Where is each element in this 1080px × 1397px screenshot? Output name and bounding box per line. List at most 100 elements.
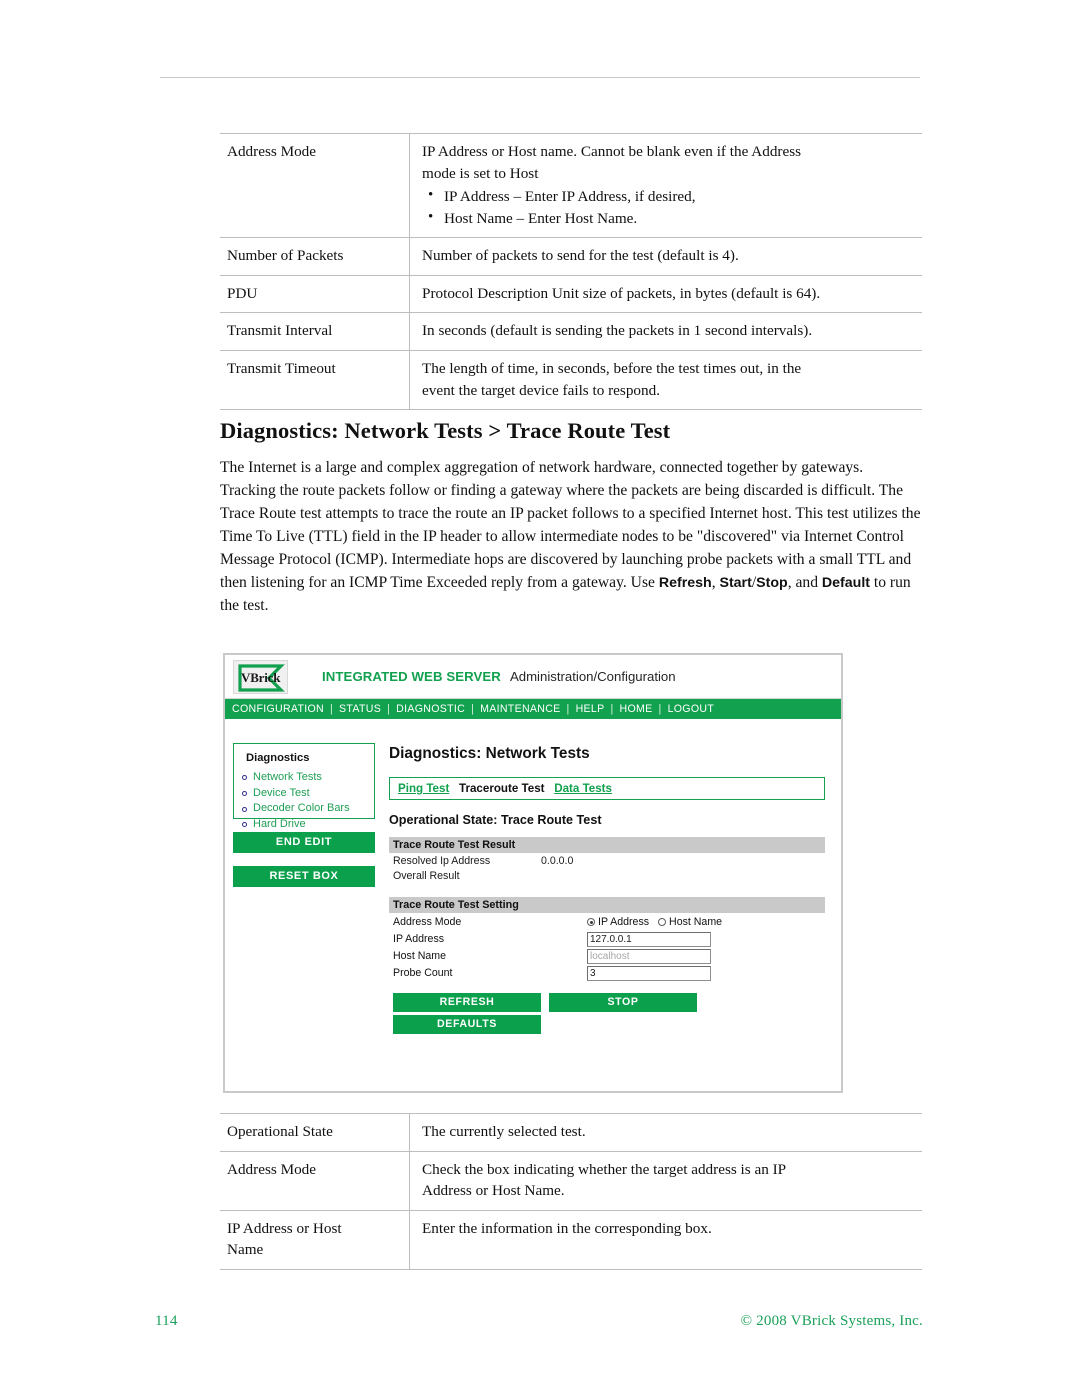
table-cell-label: Transmit Interval bbox=[220, 312, 410, 351]
result-row-overall: Overall Result bbox=[389, 869, 825, 884]
table-row: Transmit Interval In seconds (default is… bbox=[220, 312, 922, 351]
table-cell-label: Operational State bbox=[220, 1113, 410, 1152]
table-cell-label: PDU bbox=[220, 274, 410, 313]
embedded-web-ui-screenshot: VBrick INTEGRATED WEB SERVER Administrat… bbox=[223, 653, 843, 1093]
form-row-probe-count: Probe Count 3 bbox=[393, 965, 825, 982]
nav-item-logout[interactable]: LOGOUT bbox=[667, 703, 716, 715]
nav-separator: | bbox=[329, 703, 334, 715]
nav-item-status[interactable]: STATUS bbox=[338, 703, 382, 715]
host-name-label: Host Name bbox=[393, 949, 446, 962]
probe-count-label: Probe Count bbox=[393, 966, 453, 979]
copyright-notice: © 2008 VBrick Systems, Inc. bbox=[740, 1313, 923, 1329]
parameter-table-bottom: Operational State The currently selected… bbox=[220, 1113, 922, 1270]
sidebar-item-label: Hard Drive bbox=[253, 817, 306, 830]
tab-ping-test[interactable]: Ping Test bbox=[398, 782, 449, 795]
bullet-circle-icon bbox=[242, 775, 247, 781]
paragraph-text: The Internet is a large and complex aggr… bbox=[220, 459, 921, 591]
tab-traceroute-test[interactable]: Traceroute Test bbox=[459, 782, 544, 795]
table-cell-description: IP Address or Host name. Cannot be blank… bbox=[409, 132, 922, 238]
stop-button[interactable]: STOP bbox=[549, 992, 697, 1012]
result-value: 0.0.0.0 bbox=[541, 855, 574, 867]
parameter-table-top: Address Mode IP Address or Host name. Ca… bbox=[220, 132, 922, 411]
vbrick-logo-icon: VBrick bbox=[233, 659, 288, 694]
desc-line: mode is set to Host bbox=[422, 164, 539, 182]
desc-line: IP Address or Host name. Cannot be blank… bbox=[422, 143, 802, 160]
radio-host-name-label: Host Name bbox=[669, 915, 723, 928]
table-cell-description: The currently selected test. bbox=[409, 1113, 922, 1152]
sidebar-panel: Diagnostics Network Tests Device Test De… bbox=[233, 743, 375, 830]
table-cell-label: Address Mode bbox=[220, 1150, 410, 1211]
action-button-row-1: REFRESH STOP bbox=[389, 992, 825, 1012]
result-key: Overall Result bbox=[393, 870, 460, 883]
nav-item-home[interactable]: HOME bbox=[619, 703, 654, 715]
bullet-circle-icon bbox=[242, 822, 247, 828]
radio-ip-address[interactable] bbox=[587, 918, 595, 927]
table-row: Address Mode IP Address or Host name. Ca… bbox=[220, 132, 922, 238]
tab-data-tests[interactable]: Data Tests bbox=[554, 782, 612, 795]
paragraph-bold-stop: Stop bbox=[756, 574, 788, 591]
nav-item-maintenance[interactable]: MAINTENANCE bbox=[479, 703, 561, 715]
radio-ip-address-label: IP Address bbox=[598, 915, 650, 928]
nav-item-diagnostic[interactable]: DIAGNOSTIC bbox=[395, 703, 466, 715]
refresh-button[interactable]: REFRESH bbox=[393, 992, 541, 1012]
web-ui-navbar: CONFIGURATION | STATUS | DIAGNOSTIC | MA… bbox=[225, 699, 841, 719]
sidebar-item-decoder-color-bars[interactable]: Decoder Color Bars bbox=[242, 801, 366, 817]
operational-state-heading: Operational State: Trace Route Test bbox=[389, 813, 602, 827]
table-row: Transmit Timeout The length of time, in … bbox=[220, 350, 922, 411]
radio-host-name[interactable] bbox=[658, 918, 667, 927]
nav-item-help[interactable]: HELP bbox=[575, 703, 606, 715]
test-tab-bar: Ping Test Traceroute Test Data Tests bbox=[389, 777, 825, 800]
section-paragraph: The Internet is a large and complex aggr… bbox=[220, 457, 922, 617]
form-row-address-mode: Address Mode IP Address Host Name bbox=[393, 914, 825, 931]
host-name-input[interactable]: localhost bbox=[587, 948, 711, 964]
reset-box-button[interactable]: RESET BOX bbox=[233, 866, 375, 887]
ip-address-input[interactable]: 127.0.0.1 bbox=[587, 931, 711, 947]
table-cell-description: Number of packets to send for the test (… bbox=[409, 237, 922, 276]
table-row: Address Mode Check the box indicating wh… bbox=[220, 1150, 922, 1211]
result-section-header: Trace Route Test Result bbox=[389, 837, 825, 853]
form-row-ip-address: IP Address 127.0.0.1 bbox=[393, 931, 825, 948]
table-cell-description: Check the box indicating whether the tar… bbox=[409, 1150, 922, 1211]
table-cell-description: Protocol Description Unit size of packet… bbox=[409, 274, 922, 313]
nav-separator: | bbox=[387, 703, 391, 715]
table-cell-description: In seconds (default is sending the packe… bbox=[409, 312, 922, 351]
nav-separator: | bbox=[471, 703, 475, 715]
table-row: Operational State The currently selected… bbox=[220, 1113, 922, 1152]
ip-address-label: IP Address bbox=[393, 932, 445, 945]
desc-line: Check the box indicating whether the tar… bbox=[422, 1160, 787, 1178]
paragraph-text: , and bbox=[787, 573, 822, 591]
sidebar-item-device-test[interactable]: Device Test bbox=[242, 786, 366, 802]
page-title: Diagnostics: Network Tests > Trace Route… bbox=[220, 418, 671, 443]
label-line: IP Address or Host bbox=[227, 1219, 342, 1237]
paragraph-bold-start: Start bbox=[719, 574, 752, 591]
sidebar-title: Diagnostics bbox=[246, 752, 310, 764]
paragraph-bold-default: Default bbox=[821, 574, 870, 591]
table-cell-label: Transmit Timeout bbox=[220, 350, 410, 411]
action-button-row-2: DEFAULTS bbox=[389, 1014, 825, 1034]
web-ui-sidebar: Diagnostics Network Tests Device Test De… bbox=[225, 743, 375, 1034]
product-name: INTEGRATED WEB SERVER bbox=[322, 669, 501, 684]
probe-count-input[interactable]: 3 bbox=[587, 965, 711, 981]
web-ui-main: Diagnostics: Network Tests Ping Test Tra… bbox=[375, 743, 841, 1034]
nav-item-configuration[interactable]: CONFIGURATION bbox=[231, 703, 325, 715]
form-row-host-name: Host Name localhost bbox=[393, 948, 825, 965]
table-cell-description: Enter the information in the correspondi… bbox=[409, 1209, 922, 1270]
paragraph-bold-refresh: Refresh bbox=[658, 574, 712, 591]
web-ui-body: Diagnostics Network Tests Device Test De… bbox=[225, 719, 841, 1034]
sidebar-item-network-tests[interactable]: Network Tests bbox=[242, 770, 366, 786]
end-edit-button[interactable]: END EDIT bbox=[233, 832, 375, 853]
table-cell-label: Address Mode bbox=[220, 132, 410, 238]
table-cell-label: Number of Packets bbox=[220, 237, 410, 276]
nav-separator: | bbox=[566, 703, 570, 715]
desc-line: Address or Host Name. bbox=[422, 1182, 565, 1200]
address-mode-label: Address Mode bbox=[393, 915, 462, 928]
label-line: Name bbox=[227, 1241, 264, 1259]
bullet-circle-icon bbox=[242, 806, 247, 812]
web-ui-header: VBrick INTEGRATED WEB SERVER Administrat… bbox=[225, 655, 841, 699]
sidebar-item-hard-drive[interactable]: Hard Drive bbox=[242, 817, 366, 833]
page-footer: 114 © 2008 VBrick Systems, Inc. bbox=[155, 1313, 923, 1330]
vbrick-logo-text: VBrick bbox=[241, 669, 281, 685]
defaults-button[interactable]: DEFAULTS bbox=[393, 1014, 541, 1034]
bullet-circle-icon bbox=[242, 790, 247, 796]
desc-bullet-list: IP Address – Enter IP Address, if desire… bbox=[422, 185, 916, 229]
